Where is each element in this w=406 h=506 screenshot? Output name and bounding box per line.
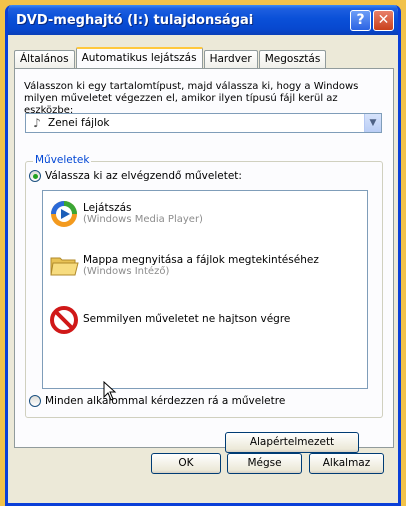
music-file-icon: ♪ — [33, 116, 41, 130]
choose-action-label: Válassza ki az elvégzendő műveletet: — [45, 170, 242, 182]
chevron-down-icon[interactable]: ▼ — [364, 114, 381, 132]
tab-general[interactable]: Általános — [14, 50, 75, 68]
ask-every-time-label: Minden alkalommal kérdezzen rá a művelet… — [45, 395, 286, 407]
content-type-dropdown[interactable]: ♪ Zenei fájlok ▼ — [25, 113, 382, 133]
restore-defaults-button[interactable]: Alapértelmezett — [225, 432, 359, 453]
action-folder-name: Mappa megnyitása a fájlok megtekintéséhe… — [83, 254, 319, 266]
window-title: DVD-meghajtó (I:) tulajdonságai — [16, 12, 254, 28]
cancel-button[interactable]: Mégse — [227, 453, 302, 474]
action-list[interactable]: Lejátszás (Windows Media Player) Mappa m… — [42, 190, 368, 389]
ask-every-time-radio[interactable] — [29, 395, 41, 407]
help-button[interactable]: ? — [350, 9, 371, 31]
title-bar[interactable]: DVD-meghajtó (I:) tulajdonságai ? ✕ — [8, 5, 398, 35]
choose-action-radio[interactable] — [29, 170, 41, 182]
action-play-name: Lejátszás — [83, 202, 132, 214]
actions-group-label: Műveletek — [33, 154, 92, 166]
no-action-icon — [50, 306, 78, 334]
ok-button[interactable]: OK — [151, 453, 221, 474]
action-play-sub: (Windows Media Player) — [83, 214, 203, 225]
tab-strip: Általános Automatikus lejátszás Hardver … — [14, 47, 327, 68]
ask-every-time-radio-row[interactable]: Minden alkalommal kérdezzen rá a művelet… — [29, 395, 285, 407]
close-button[interactable]: ✕ — [373, 9, 394, 31]
mouse-cursor-icon — [103, 381, 117, 401]
content-type-description: Válasszon ki egy tartalomtípust, majd vá… — [24, 81, 359, 116]
actions-group: Műveletek Válassza ki az elvégzendő műve… — [25, 154, 383, 418]
tab-hardware[interactable]: Hardver — [203, 50, 258, 68]
folder-icon — [50, 257, 79, 276]
choose-action-radio-row[interactable]: Válassza ki az elvégzendő műveletet: — [29, 170, 242, 182]
list-item-play[interactable]: Lejátszás (Windows Media Player) — [49, 199, 203, 229]
media-player-icon — [51, 201, 77, 227]
tab-autoplay[interactable]: Automatikus lejátszás — [75, 47, 203, 68]
properties-dialog: DVD-meghajtó (I:) tulajdonságai ? ✕ Álta… — [5, 5, 401, 506]
list-item-no-action[interactable]: Semmilyen műveletet ne hajtson végre — [49, 305, 290, 335]
autoplay-panel: Válasszon ki egy tartalomtípust, majd vá… — [14, 68, 394, 453]
list-item-open-folder[interactable]: Mappa megnyitása a fájlok megtekintéséhe… — [49, 251, 319, 281]
action-none-name: Semmilyen műveletet ne hajtson végre — [83, 313, 291, 325]
apply-button[interactable]: Alkalmaz — [309, 453, 384, 474]
content-type-value: Zenei fájlok — [48, 117, 110, 129]
action-folder-sub: (Windows Intéző) — [83, 266, 170, 277]
tab-sharing[interactable]: Megosztás — [258, 50, 327, 68]
